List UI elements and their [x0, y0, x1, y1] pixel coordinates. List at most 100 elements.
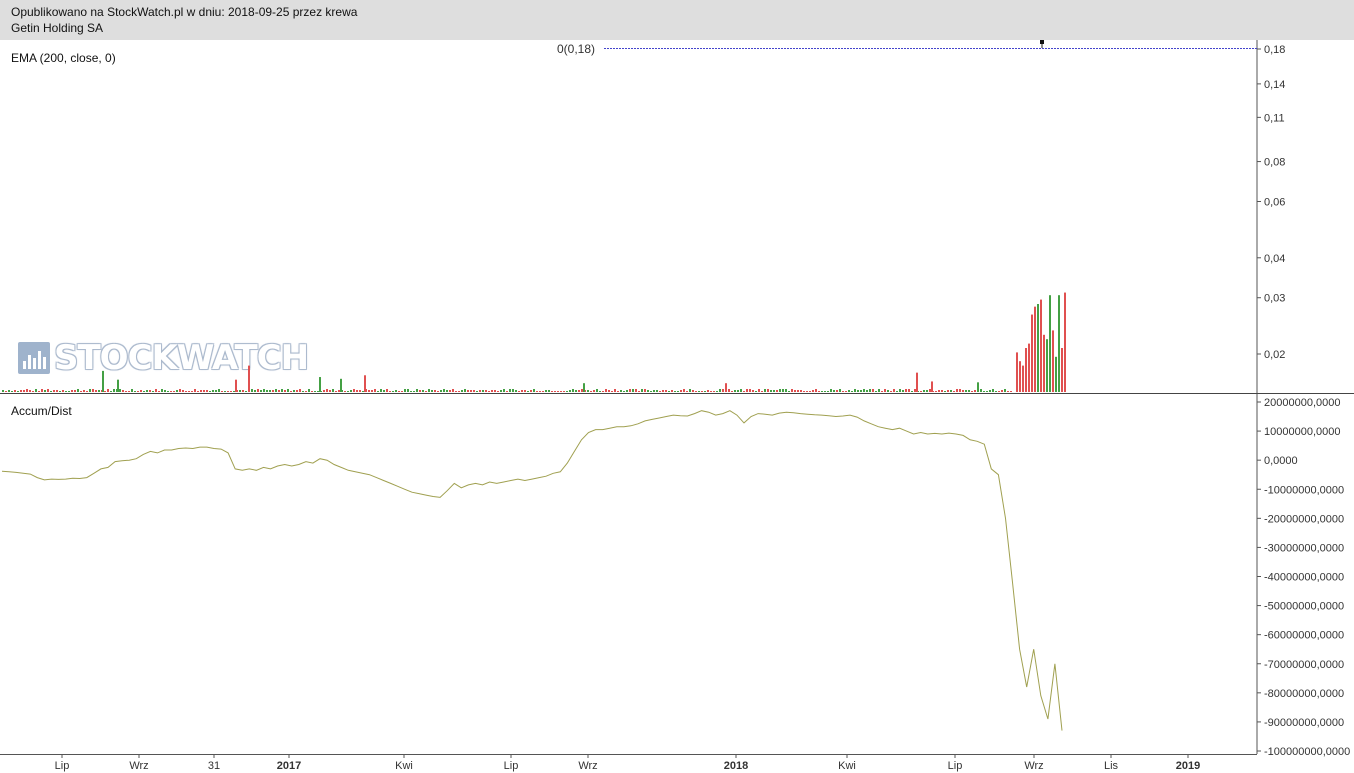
volume-bar-small [185, 391, 187, 392]
price-axis-ticks: 0,18 0,14 0,11 0,08 0,06 0,04 0,03 0,02 [1257, 44, 1285, 361]
volume-bar-small [59, 391, 61, 392]
price-tick-label: 0,18 [1264, 44, 1285, 56]
volume-bar-small [224, 391, 226, 392]
volume-bar-small [329, 390, 331, 392]
volume-bar-small [692, 390, 694, 392]
volume-bar-small [788, 391, 790, 392]
time-tick-label: 2019 [1176, 760, 1200, 772]
accum-tick-label: -40000000,0000 [1264, 572, 1344, 584]
volume-bar-small [851, 391, 853, 392]
volume-bar-small [245, 391, 247, 392]
volume-bar-small [800, 390, 802, 392]
volume-bar-small [737, 390, 739, 392]
volume-bar-small [290, 391, 292, 392]
volume-bar-small [587, 390, 589, 392]
volume-bar-small [254, 390, 256, 392]
volume-bar-small [950, 390, 952, 392]
volume-bar-small [674, 391, 676, 392]
volume-bar-small [128, 391, 130, 392]
volume-bar [1061, 348, 1063, 392]
volume-bar-small [848, 390, 850, 392]
ema-flag-icon [1040, 40, 1044, 48]
volume-bar-small [1007, 391, 1009, 392]
volume-bar-small [86, 391, 88, 392]
volume-bar-small [809, 391, 811, 392]
volume-bar [319, 377, 321, 392]
volume-bar-small [326, 389, 328, 392]
volume-bar-small [764, 389, 766, 392]
volume-bar-small [608, 390, 610, 392]
volume-bar-small [755, 391, 757, 392]
volume-bar-small [347, 391, 349, 392]
volume-bar-small [644, 389, 646, 392]
volume-bar-small [959, 389, 961, 392]
volume-bar-small [968, 390, 970, 392]
volume-bar-small [11, 391, 13, 392]
volume-bar-small [203, 390, 205, 392]
volume-bar-small [41, 389, 43, 392]
volume-bar-small [839, 389, 841, 392]
volume-bar-small [572, 389, 574, 392]
volume-bar-small [338, 390, 340, 392]
price-tick-label: 0,02 [1264, 349, 1285, 361]
volume-bar-small [626, 390, 628, 392]
volume-bar-small [206, 390, 208, 392]
volume-bar-small [650, 391, 652, 392]
volume-bar-small [164, 390, 166, 392]
volume-bar-small [14, 390, 16, 392]
volume-bar-small [443, 389, 445, 392]
volume-bar-small [98, 390, 100, 392]
volume-bar-small [491, 390, 493, 392]
volume-bar-small [821, 391, 823, 392]
volume-bar-small [722, 389, 724, 392]
volume-bar-small [62, 390, 64, 392]
price-tick-label: 0,06 [1264, 197, 1285, 209]
volume-bar-small [227, 391, 229, 392]
volume-bar-small [77, 389, 79, 392]
volume-bar-small [836, 390, 838, 392]
volume-bar-small [599, 391, 601, 392]
volume-bar-small [35, 389, 37, 392]
volume-bar-small [878, 389, 880, 392]
volume-bar-small [986, 391, 988, 392]
volume-bar-small [131, 389, 133, 392]
time-tick-label: Wrz [578, 760, 597, 772]
volume-bar-small [668, 391, 670, 392]
volume-bar-small [554, 391, 556, 392]
volume-bar-small [641, 389, 643, 392]
volume-bar-small [896, 391, 898, 392]
volume-bar-small [89, 389, 91, 392]
volume-bar [117, 379, 119, 392]
volume-bar-small [926, 390, 928, 392]
volume-bar-small [998, 391, 1000, 392]
volume-bar-small [659, 391, 661, 392]
volume-bar-small [884, 389, 886, 392]
volume-bar [1022, 365, 1024, 392]
volume-bar-small [119, 389, 121, 392]
volume-bar-small [302, 391, 304, 392]
volume-bar-small [779, 389, 781, 392]
time-tick-label: Kwi [838, 760, 856, 772]
volume-bar-small [923, 390, 925, 392]
volume-bar-small [989, 390, 991, 392]
volume-bar-small [344, 391, 346, 392]
volume-bar-small [95, 390, 97, 392]
volume-bar-small [653, 390, 655, 392]
volume-bar-small [71, 390, 73, 392]
volume-bar-small [44, 390, 46, 392]
volume-bar-small [134, 391, 136, 392]
volume-bar-small [665, 390, 667, 392]
volume-bar-small [377, 391, 379, 392]
volume-bar-small [545, 390, 547, 392]
volume-bar-small [461, 390, 463, 392]
time-tick-label: Lip [948, 760, 963, 772]
volume-bar-small [503, 389, 505, 392]
volume-bar [235, 379, 237, 392]
volume-bar-small [272, 390, 274, 392]
volume-bar-small [467, 390, 469, 392]
volume-bar-small [776, 390, 778, 392]
time-tick-label: 2017 [277, 760, 301, 772]
volume-bar-small [230, 391, 232, 392]
volume-bar-small [476, 391, 478, 392]
volume-bar-small [992, 389, 994, 392]
